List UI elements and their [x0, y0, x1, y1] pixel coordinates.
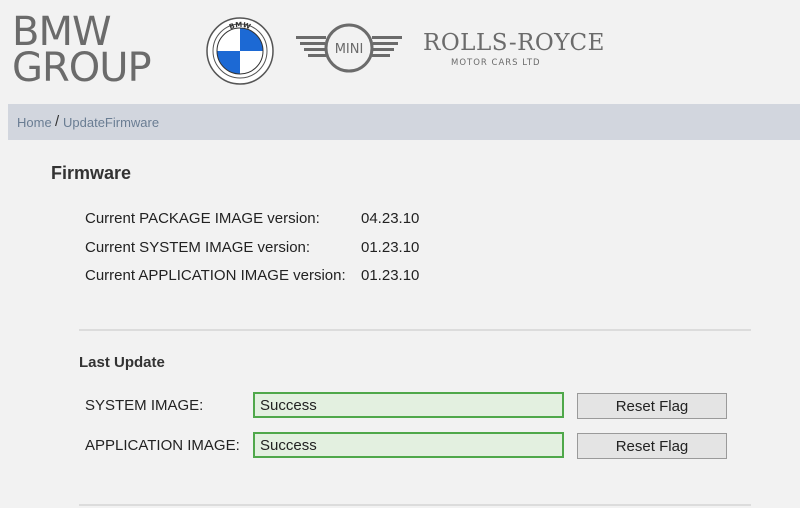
- page-title: Firmware: [51, 163, 132, 183]
- breadcrumb-current-link[interactable]: UpdateFirmware: [63, 115, 159, 130]
- breadcrumb-separator: /: [55, 113, 60, 130]
- bmw-group-logo-line2: GROUP: [12, 45, 152, 91]
- bmw-group-logo: BMW GROUP: [12, 12, 152, 91]
- divider: [79, 504, 751, 506]
- system-image-label: SYSTEM IMAGE:: [85, 397, 204, 414]
- breadcrumb-home-link[interactable]: Home: [17, 115, 52, 130]
- application-image-reset-flag-button[interactable]: Reset Flag: [577, 433, 727, 459]
- application-image-status-field[interactable]: [253, 432, 564, 458]
- version-value: 04.23.10: [361, 210, 420, 227]
- version-label: Current SYSTEM IMAGE version:: [85, 239, 311, 256]
- system-image-status-field[interactable]: [253, 392, 564, 418]
- last-update-heading: Last Update: [79, 354, 165, 371]
- divider: [79, 329, 751, 331]
- mini-logo-text: MINI: [335, 42, 364, 57]
- system-image-reset-flag-button[interactable]: Reset Flag: [577, 393, 727, 419]
- rolls-royce-subtitle: MOTOR CARS LTD: [451, 58, 541, 68]
- rolls-royce-logo: ROLLS-ROYCE MOTOR CARS LTD: [423, 30, 605, 68]
- version-label: Current PACKAGE IMAGE version:: [85, 210, 320, 227]
- version-value: 01.23.10: [361, 239, 420, 256]
- breadcrumb: Home / UpdateFirmware: [8, 104, 800, 140]
- header: BMW GROUP BMW MINI ROLLS-ROYCE MOTOR CAR…: [0, 0, 800, 104]
- version-value: 01.23.10: [361, 267, 420, 284]
- bmw-roundel-icon: BMW: [206, 17, 274, 85]
- rolls-royce-name: ROLLS-ROYCE: [423, 30, 605, 56]
- application-image-label: APPLICATION IMAGE:: [85, 437, 240, 454]
- version-label: Current APPLICATION IMAGE version:: [85, 267, 346, 284]
- mini-logo-icon: MINI: [296, 23, 402, 73]
